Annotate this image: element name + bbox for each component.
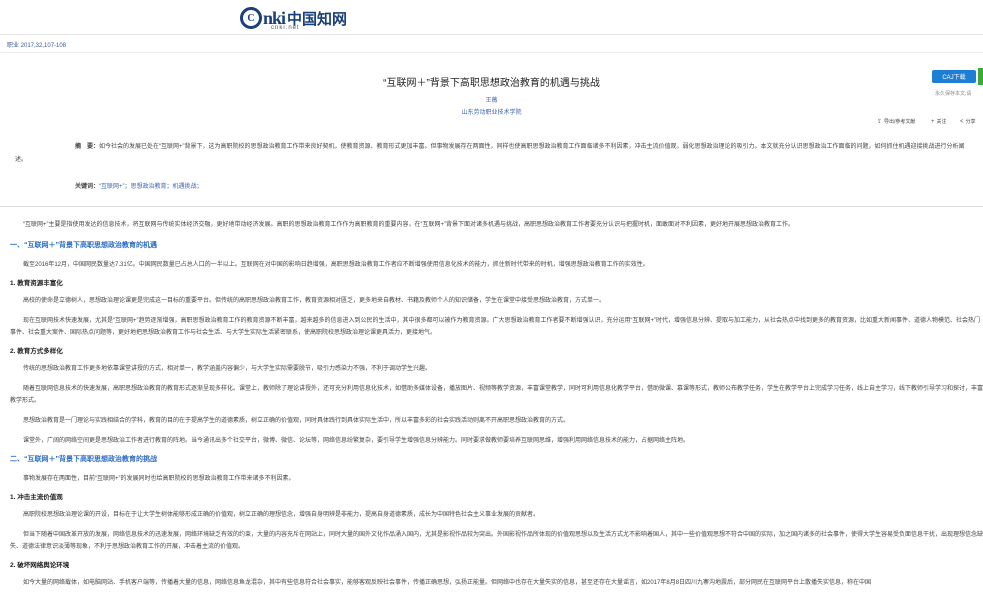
caj-download-button[interactable]: CAJ下载 [932, 70, 976, 83]
subsection-1-paragraph-2: 现在互联网技术快速发展，尤其是“互联网+”趋势逐渐增强，高职思想政治教育工作的教… [10, 318, 981, 336]
subsection-4-heading: 2. 破坏网络舆论环境 [10, 562, 70, 569]
subsection-2-paragraph-1: 传统的思想政治教育工作更多地依靠课堂讲授的方式，相对单一，教学涵盖内容偏少，与大… [23, 366, 432, 372]
body-divider [0, 206, 983, 207]
abstract-label: 摘 要： [75, 144, 100, 150]
subsection-2-paragraph-3: 思想政治教育是一门理论与实践相结合的学科，教育的目的在于提高学生的道德素质，树立… [23, 418, 570, 424]
article-title: “互联网＋”背景下高职思想政治教育的机遇与挑战 [383, 78, 600, 89]
cnki-logo-subtitle: cnki.net [271, 25, 300, 31]
abstract: 摘 要：如今社会的发展已处在“互联网+”背景下，这为高职院校的思想政治教育工作带… [15, 141, 965, 167]
section-1-paragraph: 截至2016年12月，中国网民数量达7.31亿。中国网民数量已占总人口的一半以上… [23, 262, 649, 268]
share-button[interactable]: < 分享 [960, 118, 976, 126]
cnki-logo[interactable]: C nki 中国知网 cnki.net [240, 5, 347, 31]
subsection-3-paragraph-1: 高职院校思想政治理论课的开设，目标在于让大学生树体能够形成正确的价值观，树立正确… [23, 512, 540, 518]
subsection-1-paragraph-1: 高校的使命是立德树人，思想政治理论课更是完成这一目标的重要平台。但传统的高职思想… [23, 298, 606, 304]
export-icon: ⇪ [877, 119, 883, 125]
article-organization[interactable]: 山东劳动职业技术学院 [0, 107, 983, 116]
cnki-logo-mark: C [240, 7, 262, 29]
subsection-2-heading: 2. 教育方式多样化 [10, 348, 63, 355]
subsection-2-paragraph-2: 随着互联网信息技术的快速发展，高职思想政治教育的教育形式逐渐呈现多样化。课堂上，… [10, 386, 983, 404]
intro-paragraph: “互联网+”主要是指使用发达的信息技术，将互联网与传统实体经济交融，更好地带动经… [23, 222, 795, 228]
article-body: “互联网+”主要是指使用发达的信息技术，将互联网与传统实体经济交融，更好地带动经… [10, 219, 983, 597]
share-label: 分享 [965, 119, 976, 125]
keywords-label: 关键词： [75, 184, 100, 190]
keywords-value[interactable]: “互联网+”；思想政治教育；机遇挑战； [99, 184, 203, 190]
follow-button[interactable]: + 关注 [931, 118, 947, 126]
plus-icon: + [931, 118, 935, 125]
keywords: 关键词：“互联网+”；思想政治教育；机遇挑战； [75, 181, 203, 190]
subsection-2-paragraph-4: 课堂外，广阔的网络空间更是思想政治工作者进行教育的阵地。当今通讯出多个社交平台，… [23, 438, 690, 444]
section-2-heading: 二、“互联网＋”背景下高职思想政治教育的挑战 [10, 456, 157, 463]
side-tab[interactable] [978, 68, 983, 85]
share-icon: < [960, 118, 964, 125]
header-divider [0, 34, 983, 35]
save-note: 永久保存本文,请 [935, 91, 972, 97]
section-2-paragraph: 事物发展存在两面性，目前“互联网+”的发展同时也给高职院校的思想政治教育工作带来… [23, 476, 295, 482]
article-author[interactable]: 王薇 [0, 95, 983, 104]
abstract-text: 如今社会的发展已处在“互联网+”背景下，这为高职院校的思想政治教育工作带来良好契… [15, 144, 965, 163]
subsection-1-heading: 1. 教育资源丰富化 [10, 280, 63, 287]
subsection-3-heading: 1. 冲击主流价值观 [10, 494, 63, 501]
subsection-4-paragraph-1: 如今大量的网络载体，如电脑网站、手机客户端等，传播着大量的信息，网络信息鱼龙混杂… [23, 580, 872, 586]
subsection-3-paragraph-2: 但当下随着中国改革开放的发展，网络信息技术的迅速发展，网络环境缺乏有效的约束，大… [10, 532, 983, 550]
journal-divider [0, 52, 983, 53]
section-1-heading: 一、“互联网＋”背景下高职思想政治教育的机遇 [10, 242, 157, 249]
export-refs-button[interactable]: ⇪ 导出/参考文献 [877, 118, 915, 125]
export-refs-label: 导出/参考文献 [884, 119, 916, 125]
follow-label: 关注 [936, 119, 947, 125]
journal-info[interactable]: 职业 2017,32,107-108 [7, 40, 66, 49]
